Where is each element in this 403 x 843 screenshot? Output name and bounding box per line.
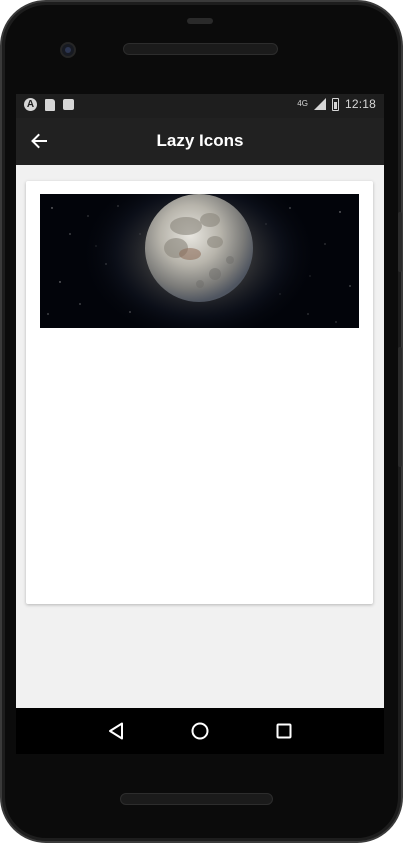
network-type-label: 4G bbox=[297, 99, 308, 108]
nav-back-button[interactable] bbox=[104, 719, 128, 743]
phone-frame: A 4G 12:18 Lazy Icons bbox=[0, 0, 403, 843]
front-camera bbox=[60, 42, 76, 58]
triangle-back-icon bbox=[109, 722, 123, 740]
power-button bbox=[398, 347, 402, 467]
image-card[interactable] bbox=[26, 181, 373, 604]
status-bar: A 4G 12:18 bbox=[16, 94, 384, 118]
battery-icon bbox=[331, 97, 339, 111]
moon-image[interactable] bbox=[40, 194, 359, 328]
moon-photo bbox=[40, 194, 359, 328]
page-title: Lazy Icons bbox=[156, 131, 244, 150]
square-recents-icon bbox=[276, 723, 292, 739]
navigation-bar bbox=[16, 708, 384, 754]
top-sensor bbox=[187, 18, 213, 24]
nav-recents-button[interactable] bbox=[272, 719, 296, 743]
nav-home-button[interactable] bbox=[188, 719, 212, 743]
volume-button bbox=[398, 212, 402, 272]
android-notification-icon: A bbox=[24, 98, 37, 111]
bottom-speaker bbox=[120, 793, 273, 805]
app-bar: Lazy Icons bbox=[16, 118, 384, 165]
circle-home-icon bbox=[191, 722, 209, 740]
sim-card-icon bbox=[45, 98, 55, 111]
top-speaker bbox=[123, 43, 278, 55]
screen: A 4G 12:18 Lazy Icons bbox=[16, 94, 384, 708]
status-time: 12:18 bbox=[344, 97, 376, 111]
sd-card-icon bbox=[63, 99, 74, 110]
signal-icon bbox=[313, 98, 326, 110]
